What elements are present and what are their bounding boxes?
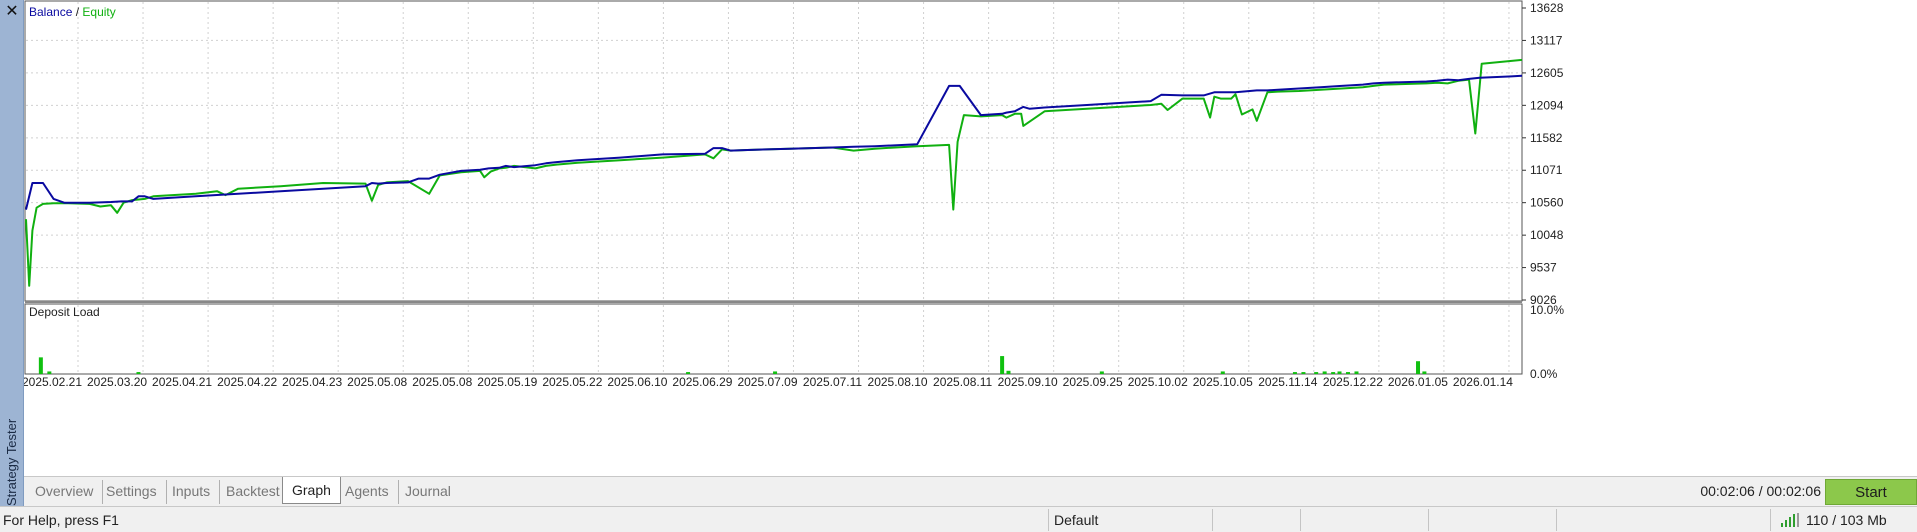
legend-equity: Equity	[82, 5, 115, 19]
close-icon[interactable]: ✕	[3, 2, 21, 20]
legend-balance: Balance	[29, 5, 73, 19]
x-tick-label: 2025.12.22	[1323, 375, 1383, 389]
x-tick-label: 2025.06.29	[672, 375, 732, 389]
deposit-bar	[773, 371, 778, 374]
deposit-bar	[1337, 371, 1342, 374]
tab-journal[interactable]: Journal	[396, 480, 460, 504]
strategy-tester-title: Strategy Tester	[4, 418, 19, 506]
deposit-bar	[686, 372, 691, 374]
y-tick-label: 12605	[1530, 66, 1564, 80]
deposit-bar	[1345, 372, 1350, 374]
x-tick-label: 2026.01.05	[1388, 375, 1448, 389]
deposit-bar	[38, 357, 43, 374]
status-help-text: For Help, press F1	[3, 512, 119, 528]
tab-bar: Overview Settings Inputs Backtest Graph …	[24, 476, 1917, 506]
deposit-bar	[1422, 371, 1427, 374]
strategy-tester-window: ✕ Strategy Tester 2025.02.21 2025.03.20 20…	[0, 0, 1917, 532]
graph-panel: 2025.02.21 2025.03.20 2025.04.21 2025.04.22…	[24, 0, 1917, 476]
y-tick-label: 13628	[1530, 1, 1564, 15]
status-memory: 110 / 103 Mb	[1806, 512, 1887, 528]
x-tick-label: 2025.09.25	[1063, 375, 1123, 389]
x-tick-label: 2025.10.05	[1193, 375, 1253, 389]
deposit-bar	[1314, 372, 1319, 374]
deposit-bar	[1416, 361, 1421, 374]
deposit-bar	[1220, 371, 1225, 374]
x-tick-label: 2025.09.10	[998, 375, 1058, 389]
status-divider	[1212, 509, 1213, 531]
elapsed-time: 00:02:06 / 00:02:06	[1700, 483, 1821, 499]
tab-agents[interactable]: Agents	[336, 480, 399, 504]
x-tick-label: 2025.07.11	[803, 375, 862, 389]
status-bar: For Help, press F1 Default 110 / 103 Mb	[0, 506, 1917, 532]
x-tick-label: 2025.11.14	[1258, 375, 1317, 389]
y-tick-label: 12094	[1530, 98, 1564, 112]
x-tick-label: 2025.06.10	[607, 375, 667, 389]
x-tick-label: 2025.03.20	[87, 375, 147, 389]
x-tick-label: 2025.05.08	[412, 375, 472, 389]
x-tick-label: 2025.10.02	[1128, 375, 1188, 389]
legend-separator: /	[72, 5, 82, 19]
start-button[interactable]: Start	[1825, 479, 1917, 505]
chart-legend: Balance / Equity	[29, 5, 116, 19]
x-tick-label: 2025.05.19	[477, 375, 537, 389]
signal-bars-icon	[1781, 513, 1799, 527]
x-tick-label: 2025.08.11	[933, 375, 992, 389]
deposit-bar	[1331, 372, 1336, 374]
y-tick-label: 13117	[1530, 33, 1563, 47]
side-title-bar: ✕ Strategy Tester	[0, 0, 24, 506]
y-tick-label: 11582	[1530, 131, 1563, 145]
status-divider	[1300, 509, 1301, 531]
y-tick-label: 9537	[1530, 261, 1557, 275]
chart-svg: 2025.02.21 2025.03.20 2025.04.21 2025.04.22…	[24, 0, 1564, 389]
tab-backtest[interactable]: Backtest	[217, 480, 289, 504]
deposit-bar	[1354, 371, 1359, 374]
deposit-bar	[136, 372, 141, 374]
deposit-bar	[1099, 371, 1104, 374]
x-tick-label: 2025.08.10	[868, 375, 928, 389]
deposit-bar	[1322, 371, 1327, 374]
x-tick-label: 2025.07.09	[737, 375, 797, 389]
x-tick-label: 2025.02.21	[24, 375, 82, 389]
deposit-bar	[1006, 370, 1011, 374]
status-profile: Default	[1054, 512, 1099, 528]
deposit-bar	[1000, 356, 1005, 374]
tab-overview[interactable]: Overview	[26, 480, 104, 504]
status-divider	[1428, 509, 1429, 531]
deposit-plot-frame	[24, 303, 1523, 375]
tab-inputs[interactable]: Inputs	[163, 480, 221, 504]
x-tick-label: 2025.04.22	[217, 375, 277, 389]
deposit-load-title: Deposit Load	[29, 305, 100, 319]
main-plot-frame	[24, 0, 1523, 302]
x-tick-label: 2025.04.23	[282, 375, 342, 389]
x-tick-label: 2025.05.08	[347, 375, 407, 389]
x-tick-label: 2026.01.14	[1453, 375, 1513, 389]
deposit-bar	[47, 371, 52, 374]
tab-graph[interactable]: Graph	[282, 477, 341, 504]
status-divider	[1556, 509, 1557, 531]
deposit-bar	[1301, 372, 1306, 374]
x-tick-label: 2025.05.22	[542, 375, 602, 389]
status-divider	[1048, 509, 1049, 531]
status-divider	[1770, 509, 1771, 531]
deposit-y-tick-label: 0.0%	[1530, 367, 1558, 381]
deposit-bar	[1292, 372, 1297, 374]
y-tick-label: 10560	[1530, 196, 1564, 210]
x-tick-label: 2025.04.21	[152, 375, 212, 389]
y-tick-label: 11071	[1530, 163, 1563, 177]
deposit-y-tick-label: 10.0%	[1530, 303, 1564, 317]
y-tick-label: 10048	[1530, 228, 1564, 242]
tab-settings[interactable]: Settings	[97, 480, 167, 504]
